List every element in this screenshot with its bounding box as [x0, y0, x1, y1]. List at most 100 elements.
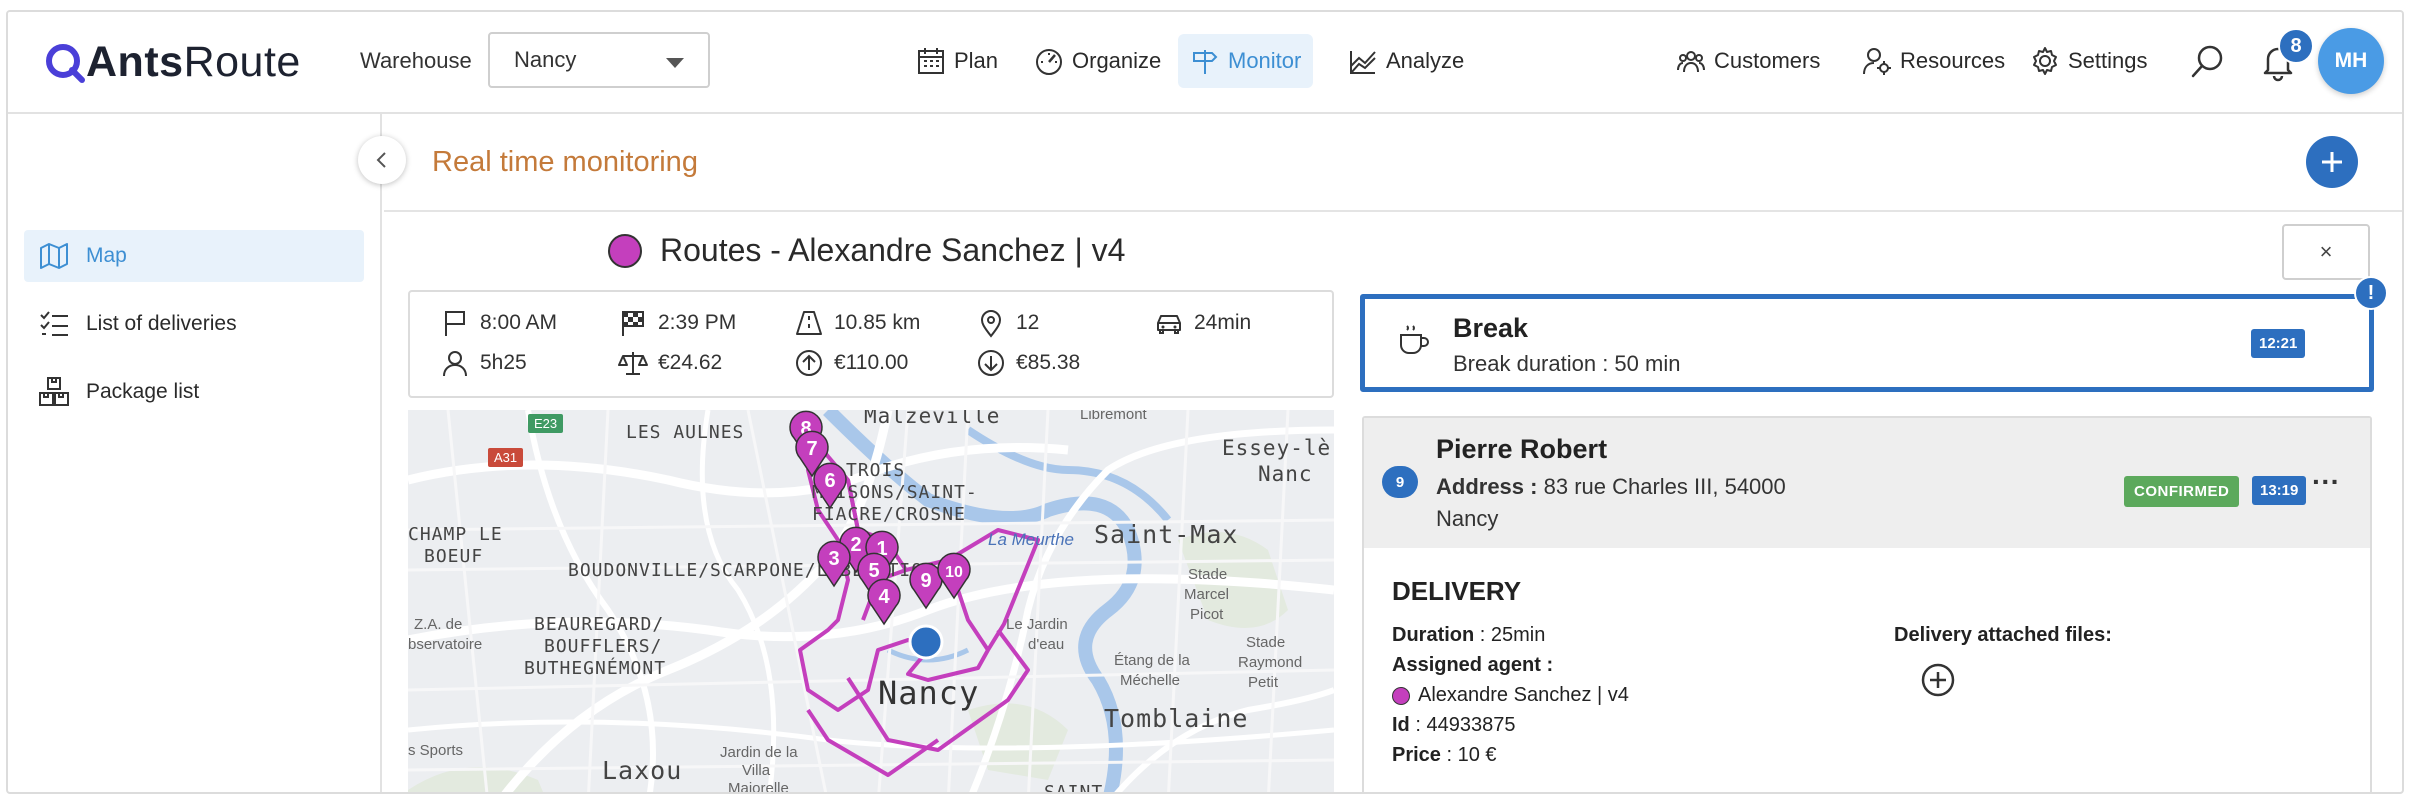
- search-icon[interactable]: [2188, 42, 2228, 82]
- road-icon: [796, 311, 822, 335]
- flag-icon: [445, 311, 465, 336]
- nav-resources-label: Resources: [1900, 48, 2006, 73]
- sidebar-item-packages[interactable]: Package list: [24, 366, 364, 418]
- map-label-villa2: Villa: [742, 762, 771, 779]
- chevron-left-icon: [376, 152, 386, 168]
- sidebar-collapse-button[interactable]: [358, 136, 406, 184]
- nav-analyze[interactable]: Analyze: [1336, 34, 1476, 88]
- map-label-malzeville: Malzéville: [864, 410, 1001, 428]
- warehouse-select[interactable]: Nancy: [488, 32, 710, 88]
- map-label-tomblaine: Tomblaine: [1104, 704, 1249, 733]
- nav-resources[interactable]: Resources: [1850, 34, 2017, 88]
- stop-address: Address : 83 rue Charles III, 54000: [1436, 474, 1786, 500]
- stat-end: 2:39 PM: [618, 308, 736, 338]
- break-detail: Break duration : 50 min: [1453, 351, 1681, 376]
- map-label-raymond: Raymond: [1238, 654, 1303, 671]
- map-label-champ: CHAMP LE: [408, 524, 503, 545]
- stat-distance: 10.85 km: [794, 308, 920, 338]
- close-button[interactable]: ×: [2282, 224, 2370, 280]
- map-icon: [40, 243, 68, 269]
- status-badge: CONFIRMED: [2124, 476, 2240, 507]
- svg-text:3: 3: [828, 548, 839, 570]
- map-label-laxou: Laxou: [602, 756, 683, 785]
- svg-text:9: 9: [920, 570, 931, 592]
- break-card[interactable]: Break Break duration : 50 min 12:21: [1360, 294, 2374, 392]
- divider: [384, 210, 2402, 212]
- map-label-saint: SAINT-: [1044, 782, 1116, 794]
- page-title: Real time monitoring: [432, 146, 698, 178]
- agent-row: Alexandre Sanchez | v4: [1392, 684, 1629, 707]
- nav-settings[interactable]: Settings: [2018, 34, 2160, 88]
- id-value: : 44933875: [1415, 714, 1516, 736]
- map-label-buthegnemont: BUTHEGNÉMONT: [524, 658, 667, 679]
- nav-customers-label: Customers: [1714, 48, 1821, 73]
- stat-duration: 5h25: [440, 348, 527, 378]
- nav-monitor-label: Monitor: [1228, 48, 1302, 73]
- checkered-flag-icon: [622, 311, 644, 336]
- stop-card-header[interactable]: 9 Pierre Robert Address : 83 rue Charles…: [1364, 418, 2370, 548]
- nav-analyze-label: Analyze: [1386, 48, 1465, 73]
- stop-time-badge: 13:19: [2252, 476, 2307, 505]
- stat-drive-value: 24min: [1194, 311, 1252, 334]
- avatar[interactable]: MH: [2318, 28, 2384, 94]
- nav-plan[interactable]: Plan: [904, 34, 1010, 88]
- stat-cost-value: €24.62: [658, 351, 723, 374]
- road-badge-e23: E23: [528, 414, 564, 433]
- stat-start: 8:00 AM: [440, 308, 557, 338]
- map-label-picot: Picot: [1190, 606, 1224, 623]
- route-stop-marker[interactable]: 10: [934, 550, 974, 600]
- nav-customers[interactable]: Customers: [1664, 34, 1832, 88]
- price-value: : 10 €: [1446, 744, 1497, 766]
- coffee-cup-icon: [1400, 325, 1429, 354]
- stat-revenue: €110.00: [794, 348, 908, 378]
- agent-color-dot: [1392, 686, 1410, 705]
- break-title: Break: [1453, 313, 1529, 343]
- map-label-sports: s Sports: [408, 742, 464, 759]
- add-button[interactable]: [2306, 136, 2358, 188]
- nav-organize[interactable]: Organize: [1022, 34, 1173, 88]
- address-value: 83 rue Charles III, 54000: [1543, 474, 1786, 499]
- more-options-icon[interactable]: ···: [2312, 466, 2340, 498]
- route-stop-marker[interactable]: 3: [814, 538, 854, 588]
- stat-stops: 12: [976, 308, 1039, 338]
- sidebar-item-label: Map: [86, 244, 127, 267]
- sidebar-item-label: Package list: [86, 380, 200, 403]
- route-map[interactable]: Malzéville LES AULNES TROIS MAISONS/SAIN…: [408, 410, 1334, 794]
- svg-text:10: 10: [945, 564, 963, 581]
- route-color-dot: [608, 234, 642, 268]
- warehouse-label: Warehouse: [360, 48, 472, 73]
- car-icon: [1157, 315, 1181, 334]
- duration-row: Duration : 25min: [1392, 624, 1545, 647]
- gauge-icon: [1036, 49, 1062, 75]
- agent-value: Alexandre Sanchez | v4: [1418, 684, 1629, 706]
- chevron-down-icon: [666, 58, 684, 68]
- logo[interactable]: AntsRoute: [44, 38, 301, 87]
- map-label-villa3: Majorelle: [728, 780, 789, 794]
- add-file-icon[interactable]: [1920, 662, 1956, 698]
- map-label-saint-max: Saint-Max: [1094, 520, 1239, 549]
- sidebar-item-deliveries[interactable]: List of deliveries: [24, 298, 364, 350]
- map-label-za: Z.A. de: [414, 616, 463, 633]
- sidebar-item-map[interactable]: Map: [24, 230, 364, 282]
- map-label-beauregard: BEAUREGARD/: [534, 614, 665, 635]
- sidebar: Map List of deliveries Package list: [8, 114, 382, 792]
- route-stop-marker[interactable]: 4: [864, 576, 904, 626]
- map-label-observatoire: bservatoire: [408, 636, 483, 653]
- stat-duration-value: 5h25: [480, 351, 527, 374]
- map-label-stade: Stade: [1188, 566, 1228, 583]
- agent-label: Assigned agent :: [1392, 654, 1554, 676]
- road-badge-a31: A31: [488, 448, 524, 467]
- nav-monitor[interactable]: Monitor: [1178, 34, 1314, 88]
- stop-card: 9 Pierre Robert Address : 83 rue Charles…: [1362, 416, 2372, 792]
- signpost-icon: [1193, 50, 1218, 74]
- chart-icon: [1350, 51, 1376, 74]
- map-label-nancy-east: Nanc: [1258, 462, 1313, 486]
- address-label: Address :: [1436, 474, 1538, 499]
- logo-light: Route: [183, 38, 301, 86]
- alert-icon[interactable]: !: [2354, 276, 2388, 310]
- route-stop-marker[interactable]: 6: [810, 460, 850, 510]
- map-label-aulnes: LES AULNES: [626, 422, 745, 443]
- plus-icon: [2322, 152, 2342, 172]
- stat-revenue-value: €110.00: [834, 351, 909, 374]
- stat-stops-value: 12: [1016, 311, 1040, 334]
